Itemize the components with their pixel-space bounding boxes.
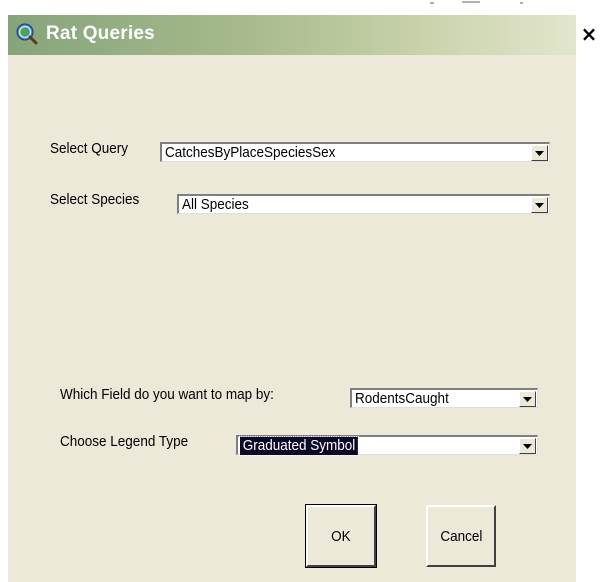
select-query-dropdown[interactable]: CatchesByPlaceSpeciesSex: [160, 142, 550, 162]
select-species-dropdown-arrow[interactable]: [531, 197, 548, 213]
legend-type-dropdown-arrow[interactable]: [519, 438, 536, 454]
map-field-label: Which Field do you want to map by:: [60, 386, 274, 403]
globe-magnifier-icon: [16, 23, 38, 45]
legend-type-dropdown[interactable]: Graduated Symbol: [236, 435, 538, 456]
select-species-label: Select Species: [50, 191, 140, 208]
rat-queries-dialog: Rat Queries × Select Query CatchesByPlac…: [0, 0, 600, 582]
legend-type-label: Choose Legend Type: [60, 433, 189, 450]
cancel-button[interactable]: Cancel: [426, 505, 496, 567]
select-query-value: CatchesByPlaceSpeciesSex: [165, 144, 336, 161]
map-field-value: RodentsCaught: [355, 390, 449, 407]
map-field-dropdown[interactable]: RodentsCaught: [350, 388, 538, 408]
chevron-down-icon: [535, 151, 544, 156]
close-button[interactable]: ×: [578, 20, 600, 48]
map-field-dropdown-arrow[interactable]: [519, 391, 536, 407]
chevron-down-icon: [535, 203, 544, 208]
ok-button-label: OK: [331, 527, 351, 545]
legend-type-value: Graduated Symbol: [239, 436, 359, 456]
cancel-button-label: Cancel: [439, 527, 483, 545]
select-query-dropdown-arrow[interactable]: [531, 145, 548, 161]
dialog-body: [8, 55, 576, 582]
select-species-dropdown[interactable]: All Species: [177, 194, 550, 214]
window-title: Rat Queries: [46, 23, 155, 44]
background-artifact: [430, 1, 523, 4]
chevron-down-icon: [523, 397, 532, 402]
chevron-down-icon: [523, 444, 532, 449]
ok-button[interactable]: OK: [306, 505, 376, 567]
select-species-value: All Species: [182, 196, 249, 213]
select-query-label: Select Query: [50, 140, 129, 157]
